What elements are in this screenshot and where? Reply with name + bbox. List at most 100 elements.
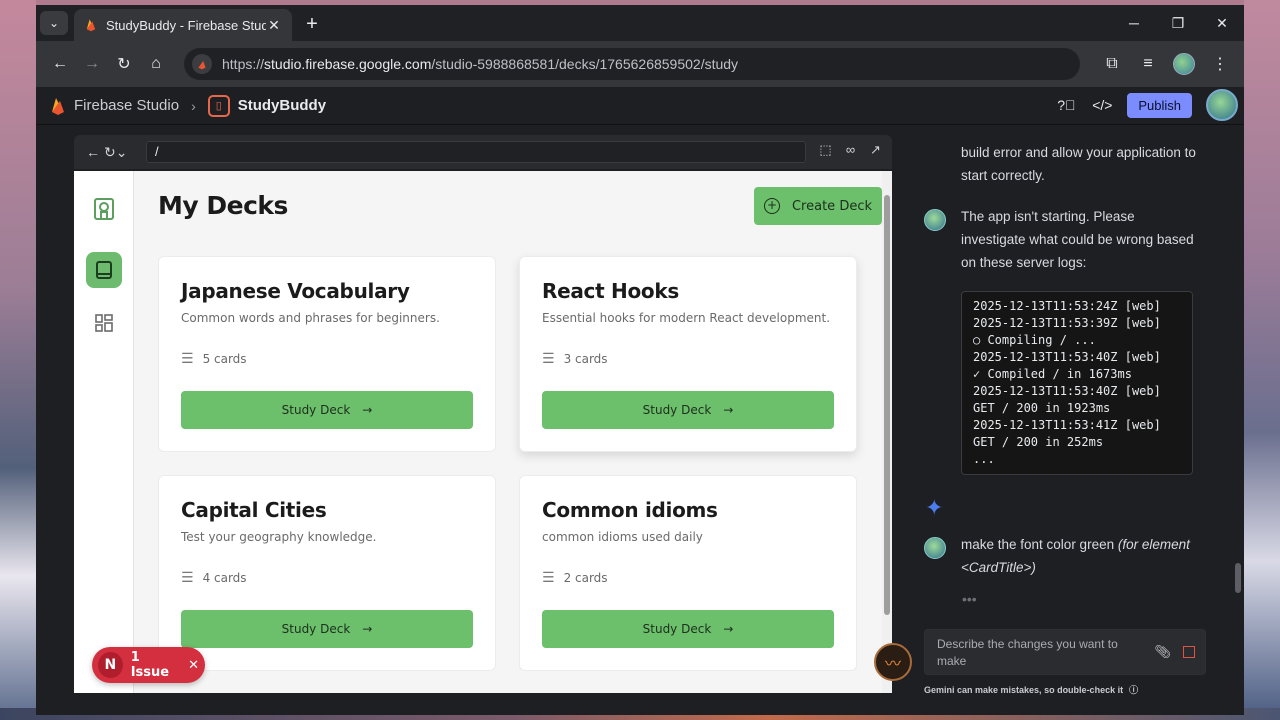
deck-title: Common idioms (542, 498, 718, 522)
previous-message-tail: build error and allow your application t… (961, 145, 1196, 183)
disclaimer-text: Gemini can make mistakes, so double-chec… (924, 684, 1124, 695)
nextjs-icon: N (98, 652, 123, 678)
url-prefix: https:// (222, 56, 265, 72)
home-icon[interactable]: ⌂ (140, 48, 172, 80)
browser-window: ⌄ StudyBuddy - Firebase Studio ✕ + ─ ❐ ✕… (36, 5, 1244, 715)
study-deck-label: Study Deck (281, 403, 351, 417)
deck-description: Test your geography knowledge. (181, 530, 377, 544)
help-icon[interactable]: ?⃝ (1055, 97, 1077, 113)
server-logs-block: 2025-12-13T11:53:24Z [web] 2025-12-13T11… (961, 291, 1193, 475)
prototyper-icon[interactable]: 〰 (874, 643, 912, 681)
address-bar[interactable]: https://studio.firebase.google.com/studi… (184, 48, 1080, 80)
study-deck-label: Study Deck (642, 622, 712, 636)
deck-description: common idioms used daily (542, 530, 703, 544)
tab-strip: ⌄ StudyBuddy - Firebase Studio ✕ + ─ ❐ ✕ (36, 5, 1244, 41)
card-count-label: 2 cards (563, 571, 608, 585)
close-icon[interactable]: ✕ (188, 658, 199, 673)
chat-scrollbar[interactable] (1234, 143, 1242, 605)
deck-card-count: ☰ 2 cards (542, 570, 608, 586)
study-deck-button[interactable]: Study Deck → (542, 610, 834, 648)
layers-icon: ☰ (181, 351, 194, 367)
chevron-right-icon: › (191, 97, 196, 114)
site-info-icon[interactable] (192, 54, 212, 74)
app-logo-icon[interactable] (86, 191, 122, 227)
info-icon[interactable]: ⓘ (1129, 683, 1138, 696)
deck-title: React Hooks (542, 279, 679, 303)
browser-tab-active[interactable]: StudyBuddy - Firebase Studio ✕ (74, 9, 292, 41)
window-controls: ─ ❐ ✕ (1112, 11, 1244, 35)
back-icon[interactable]: ← (44, 48, 76, 80)
menu-icon[interactable]: ⋮ (1204, 48, 1236, 80)
preview-reload-icon[interactable]: ↻⌄ (104, 144, 127, 161)
layers-icon: ☰ (181, 570, 194, 586)
chat-panel: build error and allow your application t… (916, 125, 1244, 715)
disclaimer: Gemini can make mistakes, so double-chec… (924, 683, 1138, 696)
open-external-icon[interactable]: ↗ (867, 142, 884, 158)
deck-card: React Hooks Essential hooks for modern R… (519, 256, 857, 452)
media-controls-icon[interactable]: ≡ (1132, 48, 1164, 80)
arrow-right-icon: → (362, 622, 373, 636)
code-icon[interactable]: </> (1091, 97, 1113, 113)
tab-list-button[interactable]: ⌄ (40, 11, 68, 35)
plus-circle-icon: + (763, 198, 780, 214)
deck-card-count: ☰ 4 cards (181, 570, 247, 586)
reload-icon[interactable]: ↻ (108, 48, 140, 80)
deck-card: Japanese Vocabulary Common words and phr… (158, 256, 496, 452)
new-tab-button[interactable]: + (300, 13, 324, 37)
create-deck-label: Create Deck (791, 198, 872, 214)
minimize-icon[interactable]: ─ (1112, 11, 1156, 35)
firebase-logo-icon (52, 97, 64, 115)
close-tab-icon[interactable]: ✕ (266, 17, 282, 34)
deck-card-count: ☰ 3 cards (542, 351, 608, 367)
workspace: ← ↻⌄ / ⬚ ∞ ↗ My Decks + Create Deck Japa… (36, 125, 1244, 715)
arrow-right-icon: → (723, 622, 734, 636)
close-window-icon[interactable]: ✕ (1200, 11, 1244, 35)
book-icon: ▯ (207, 94, 230, 117)
attach-icon[interactable]: 📎︎ (1154, 644, 1171, 660)
app-scrollbar[interactable] (882, 171, 892, 693)
browser-toolbar: ← → ↻ ⌂ https://studio.firebase.google.c… (36, 41, 1244, 87)
study-deck-button[interactable]: Study Deck → (542, 391, 834, 429)
deck-card: Capital Cities Test your geography knowl… (158, 475, 496, 671)
stop-icon[interactable] (1183, 646, 1195, 658)
profile-avatar[interactable] (1168, 48, 1200, 80)
decks-nav-icon[interactable] (86, 252, 122, 288)
user-avatar[interactable] (1206, 89, 1238, 121)
app-preview: ← ↻⌄ / ⬚ ∞ ↗ My Decks + Create Deck Japa… (74, 135, 892, 695)
project-name[interactable]: StudyBuddy (238, 97, 326, 114)
tab-title: StudyBuddy - Firebase Studio (106, 17, 266, 33)
deck-card: Common idioms common idioms used daily ☰… (519, 475, 857, 671)
select-element-icon[interactable]: ⬚ (817, 142, 834, 158)
study-deck-label: Study Deck (642, 403, 712, 417)
user-avatar-small (924, 537, 946, 559)
preview-path-input[interactable]: / (146, 141, 806, 163)
card-count-label: 5 cards (202, 352, 247, 366)
user-message: make the font color green (for element <… (961, 533, 1201, 579)
brand-name[interactable]: Firebase Studio (74, 97, 179, 114)
deck-card-count: ☰ 5 cards (181, 351, 247, 367)
issues-badge[interactable]: N 1 Issue ✕ (92, 647, 205, 683)
create-deck-button[interactable]: + Create Deck (754, 187, 882, 225)
study-deck-button[interactable]: Study Deck → (181, 391, 473, 429)
link-icon[interactable]: ∞ (842, 142, 859, 158)
publish-button[interactable]: Publish (1127, 92, 1192, 118)
card-count-label: 4 cards (202, 571, 247, 585)
restore-icon[interactable]: ❐ (1156, 11, 1200, 35)
preview-back-icon[interactable]: ← (82, 144, 104, 160)
chat-input-placeholder: Describe the changes you want to make (937, 637, 1118, 668)
issue-count-label: 1 Issue (130, 650, 170, 680)
extensions-icon[interactable]: ⧉ (1096, 48, 1128, 80)
study-deck-label: Study Deck (281, 622, 351, 636)
chat-input[interactable]: Describe the changes you want to make 📎︎ (924, 629, 1206, 675)
user-avatar-small (924, 209, 946, 231)
forward-icon[interactable]: → (76, 48, 108, 80)
dashboard-nav-icon[interactable] (86, 305, 122, 341)
study-deck-button[interactable]: Study Deck → (181, 610, 473, 648)
firebase-header: Firebase Studio › ▯ StudyBuddy ?⃝ </> Pu… (36, 87, 1244, 125)
card-count-label: 3 cards (563, 352, 608, 366)
preview-tools: ⬚ ∞ ↗ (817, 142, 884, 158)
user-message: The app isn't starting. Please investiga… (961, 209, 1194, 270)
deck-description: Common words and phrases for beginners. (181, 311, 440, 325)
deck-title: Capital Cities (181, 498, 327, 522)
preview-toolbar: ← ↻⌄ / ⬚ ∞ ↗ (74, 135, 892, 169)
